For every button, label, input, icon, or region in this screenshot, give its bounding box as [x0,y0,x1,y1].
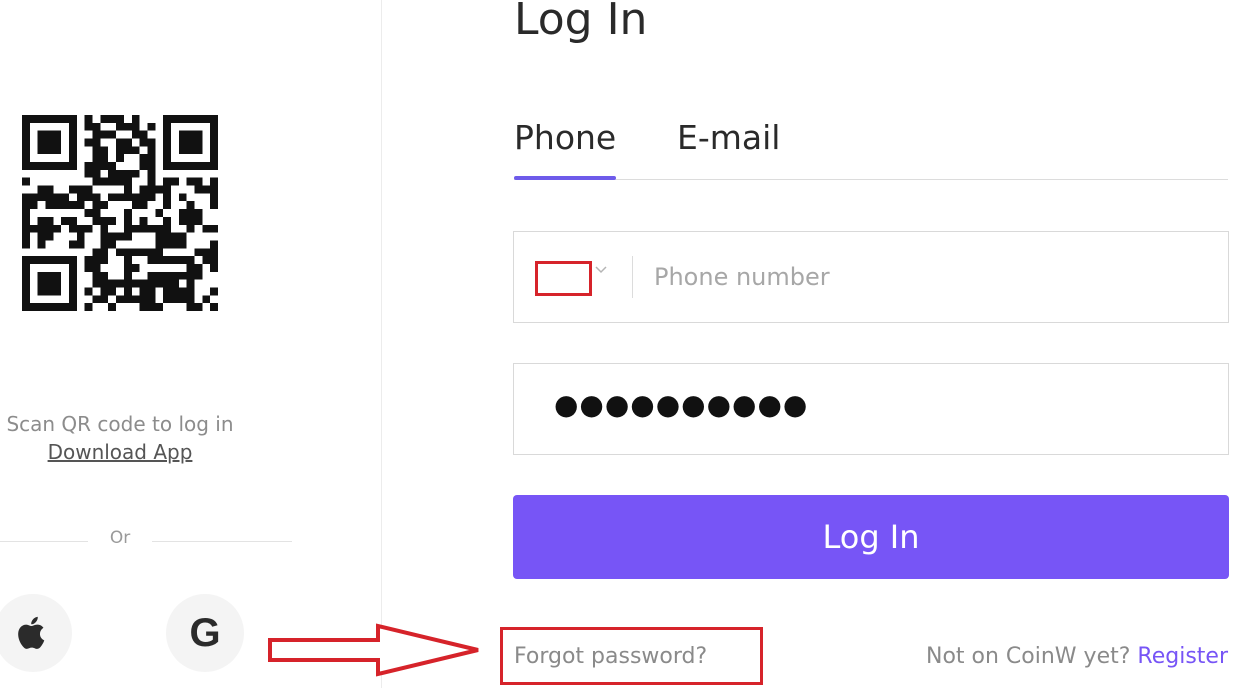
password-masked-value: ●●●●●●●●●● [554,388,809,421]
apple-login-button[interactable] [0,594,72,672]
apple-icon [18,616,45,649]
country-code-selector[interactable] [535,261,592,296]
google-icon: G [189,610,221,655]
page-title: Log In [514,0,648,45]
chevron-down-icon[interactable] [594,263,608,277]
google-login-button[interactable]: G [166,594,244,672]
or-divider: Or [0,528,292,554]
tab-email[interactable]: E-mail [677,118,780,157]
not-on-coinw-text: Not on CoinW yet? [926,644,1131,669]
or-label: Or [109,528,131,548]
register-prompt: Not on CoinW yet? Register [926,644,1228,669]
qr-code [22,115,218,311]
forgot-password-link[interactable]: Forgot password? [514,644,707,669]
scan-qr-text: Scan QR code to log in [6,412,234,436]
qr-login-panel: Scan QR code to log in Download App Or G [0,0,382,688]
or-line-right [152,541,292,542]
login-button[interactable]: Log In [513,495,1229,579]
login-method-tabs: Phone E-mail [514,116,1228,180]
active-tab-indicator [514,176,616,180]
password-field[interactable]: ●●●●●●●●●● [513,363,1229,455]
tab-phone[interactable]: Phone [514,118,616,157]
phone-number-input[interactable] [654,252,1194,302]
phone-field [513,231,1229,323]
field-divider [632,256,633,298]
register-link[interactable]: Register [1137,644,1228,669]
annotation-arrow [268,623,479,677]
or-line-left [0,541,88,542]
download-app-link[interactable]: Download App [0,440,240,464]
